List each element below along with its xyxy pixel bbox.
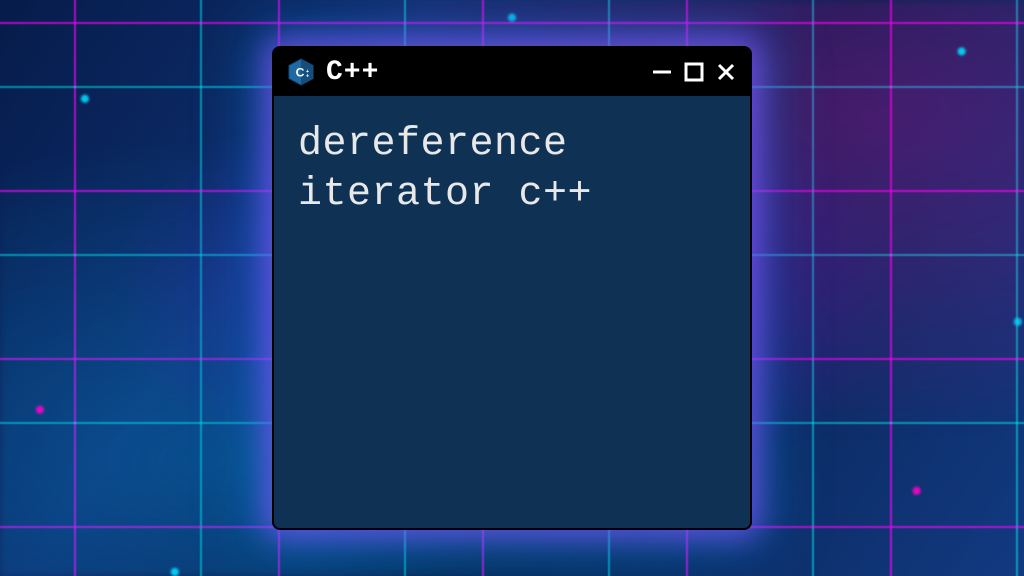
close-button[interactable] — [714, 60, 738, 84]
terminal-content: dereference iterator c++ — [274, 96, 750, 528]
cpp-hexagon-icon: C + + — [286, 57, 316, 87]
content-line-2: iterator c++ — [298, 170, 726, 220]
minimize-button[interactable] — [650, 60, 674, 84]
window-title: C++ — [326, 57, 640, 88]
window-controls — [650, 60, 738, 84]
maximize-button[interactable] — [682, 60, 706, 84]
svg-text:C: C — [296, 66, 305, 80]
terminal-window: C + + C++ dereference iterator c++ — [274, 48, 750, 528]
window-titlebar[interactable]: C + + C++ — [274, 48, 750, 96]
content-line-1: dereference — [298, 120, 726, 170]
